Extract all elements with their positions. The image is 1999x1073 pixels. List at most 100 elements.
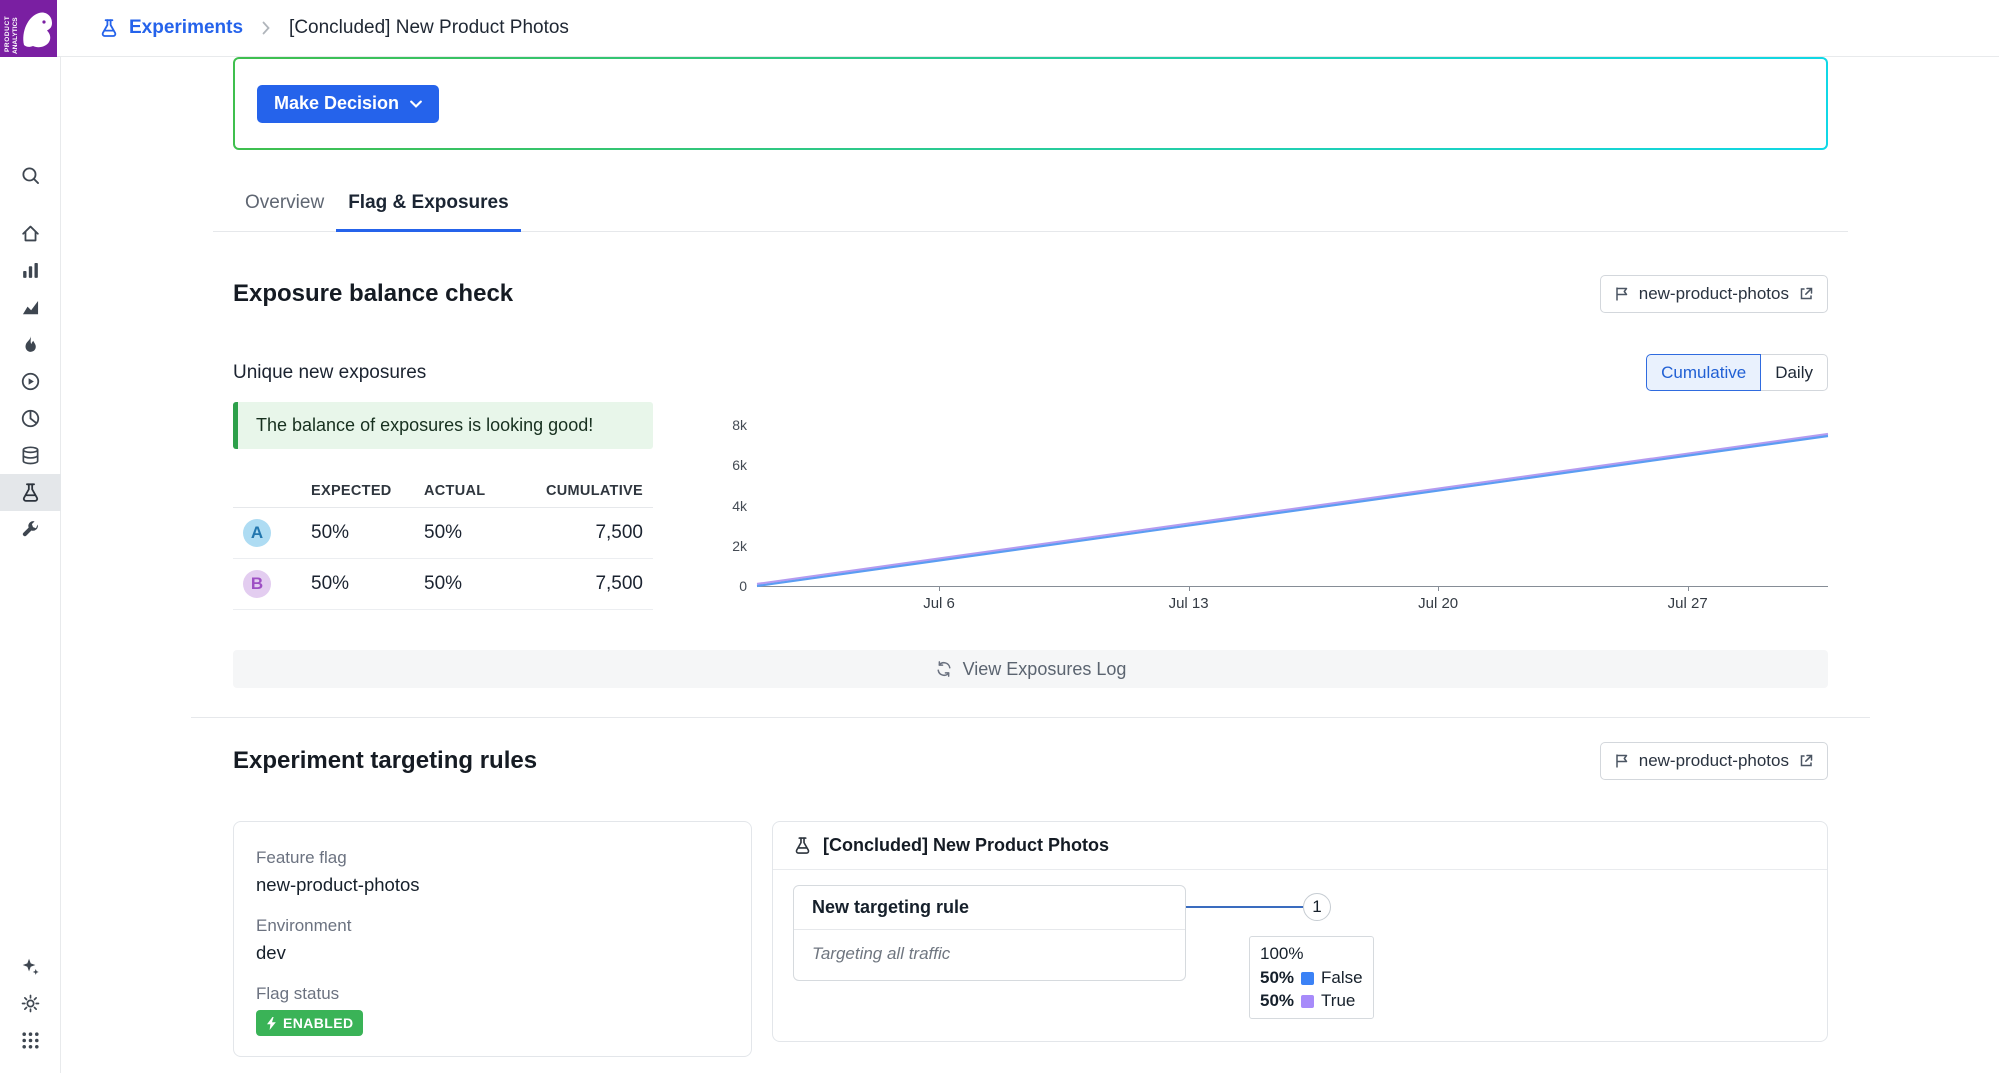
rollout-variant-true: 50% True bbox=[1260, 991, 1363, 1011]
feature-flag-label: Feature flag bbox=[256, 848, 347, 867]
variant-a-actual: 50% bbox=[424, 522, 463, 543]
y-axis-tick-label: 0 bbox=[739, 578, 747, 594]
variant-true-pct: 50% bbox=[1260, 991, 1295, 1010]
rollout-total: 100% bbox=[1260, 944, 1304, 963]
sidebar-item-toolbar[interactable] bbox=[0, 511, 61, 548]
exposure-chart: 8k 6k 4k 2k 0 Jul 6 Jul 13 Jul 20 Jul 27 bbox=[721, 402, 1828, 612]
rollout-box: 100% 50% False 50% True bbox=[1249, 936, 1374, 1019]
view-exposures-log-button[interactable]: View Exposures Log bbox=[233, 650, 1828, 688]
database-icon bbox=[22, 446, 39, 465]
x-axis-tick-label: Jul 13 bbox=[1168, 595, 1209, 612]
x-axis-tick-label: Jul 20 bbox=[1418, 595, 1459, 612]
main-content: Make Decision Overview Flag & Exposures … bbox=[61, 57, 1999, 1073]
variant-a-expected: 50% bbox=[311, 522, 350, 543]
targeting-cards: Feature flag new-product-photos Environm… bbox=[233, 821, 1828, 1057]
targeting-section-title: Experiment targeting rules bbox=[233, 747, 538, 774]
sidebar-item-trends[interactable] bbox=[0, 289, 61, 326]
sidebar-item-experiments[interactable] bbox=[0, 474, 61, 511]
logo-text-line2: ANALYTICS bbox=[12, 16, 19, 53]
sidebar-item-ai-assistant[interactable] bbox=[0, 948, 61, 985]
x-axis-tick bbox=[1188, 586, 1190, 591]
x-axis-tick bbox=[939, 586, 941, 591]
exposure-chart-plot: Jul 6 Jul 13 Jul 20 Jul 27 bbox=[757, 426, 1828, 612]
flag-card-body: New targeting rule Targeting all traffic… bbox=[773, 870, 1827, 1040]
y-axis-tick-label: 2k bbox=[732, 537, 747, 554]
exposures-subtitle: Unique new exposures bbox=[233, 361, 427, 383]
donut-chart-icon bbox=[21, 409, 40, 428]
bar-chart-icon bbox=[23, 262, 38, 278]
breadcrumb-page-title: [Concluded] New Product Photos bbox=[289, 17, 569, 38]
header-actual: ACTUAL bbox=[424, 482, 486, 499]
chevron-down-icon bbox=[410, 100, 422, 108]
play-circle-icon bbox=[21, 372, 40, 391]
toggle-cumulative[interactable]: Cumulative bbox=[1646, 354, 1762, 391]
feature-flag-link-label-2: new-product-photos bbox=[1638, 751, 1789, 770]
top-bar: PRODUCT ANALYTICS Experiments [Concluded… bbox=[0, 0, 1999, 57]
gear-icon bbox=[21, 994, 40, 1013]
variant-true-label: True bbox=[1321, 991, 1356, 1010]
flag-icon bbox=[1615, 287, 1627, 301]
exposure-body: The balance of exposures is looking good… bbox=[233, 402, 1828, 612]
make-decision-label: Make Decision bbox=[274, 93, 400, 113]
sidebar-item-data-warehouse[interactable] bbox=[0, 437, 61, 474]
exposure-chart-ylabels: 8k 6k 4k 2k 0 bbox=[721, 417, 757, 594]
sidebar-item-apps[interactable] bbox=[0, 1022, 61, 1059]
make-decision-button[interactable]: Make Decision bbox=[257, 84, 440, 123]
grid-icon bbox=[22, 1032, 39, 1049]
exposure-chart-svg bbox=[757, 426, 1828, 586]
flag-status-value: ENABLED bbox=[283, 1015, 354, 1031]
feature-flag-link-button-2[interactable]: new-product-photos bbox=[1599, 742, 1828, 780]
x-axis-tick bbox=[1687, 586, 1689, 591]
app-logo[interactable]: PRODUCT ANALYTICS bbox=[0, 0, 57, 57]
table-row-variant-b: B 50% 50% 7,500 bbox=[233, 559, 653, 610]
y-axis-tick-label: 4k bbox=[732, 497, 747, 514]
sidebar-item-session-replay[interactable] bbox=[0, 363, 61, 400]
tab-flag-exposures[interactable]: Flag & Exposures bbox=[336, 178, 521, 232]
exposure-summary-column: The balance of exposures is looking good… bbox=[233, 402, 653, 610]
flask-icon bbox=[22, 483, 39, 502]
exposures-subheader: Unique new exposures Cumulative Daily bbox=[233, 354, 1828, 391]
flag-card-header: [Concluded] New Product Photos bbox=[773, 822, 1827, 870]
breadcrumb: Experiments [Concluded] New Product Phot… bbox=[99, 17, 569, 39]
feature-flag-link-label: new-product-photos bbox=[1638, 284, 1789, 303]
home-icon bbox=[22, 225, 39, 242]
variant-false-swatch bbox=[1301, 971, 1315, 985]
balance-status-banner: The balance of exposures is looking good… bbox=[233, 402, 653, 449]
flame-icon bbox=[25, 336, 36, 352]
breadcrumb-experiments-link[interactable]: Experiments bbox=[129, 17, 243, 39]
breadcrumb-separator-icon bbox=[253, 21, 279, 35]
sidebar-item-home[interactable] bbox=[0, 215, 61, 252]
experiments-flask-icon bbox=[99, 18, 119, 38]
variant-b-expected: 50% bbox=[311, 573, 350, 594]
section-divider bbox=[191, 717, 1870, 718]
area-chart-icon bbox=[22, 300, 39, 315]
rule-title: New targeting rule bbox=[794, 886, 1185, 930]
hedgehog-logo-icon: PRODUCT ANALYTICS bbox=[0, 0, 57, 57]
view-exposures-log-label: View Exposures Log bbox=[962, 658, 1127, 679]
sidebar-item-activity[interactable] bbox=[0, 326, 61, 363]
lightning-icon bbox=[267, 1016, 276, 1030]
feature-flag-link-button[interactable]: new-product-photos bbox=[1599, 275, 1828, 313]
flag-status-label: Flag status bbox=[256, 984, 340, 1003]
sparkle-icon bbox=[22, 958, 39, 975]
variant-a-avatar: A bbox=[243, 519, 271, 547]
sidebar-item-search[interactable] bbox=[0, 157, 61, 194]
decision-banner: Make Decision bbox=[233, 57, 1828, 150]
feature-flag-value: new-product-photos bbox=[256, 874, 420, 895]
sidebar-item-dashboards[interactable] bbox=[0, 252, 61, 289]
toggle-daily[interactable]: Daily bbox=[1761, 354, 1828, 391]
variant-false-pct: 50% bbox=[1260, 968, 1295, 987]
external-link-icon bbox=[1800, 287, 1813, 300]
sidebar-item-insights[interactable] bbox=[0, 400, 61, 437]
variant-b-avatar: B bbox=[243, 570, 271, 598]
targeting-section-header: Experiment targeting rules new-product-p… bbox=[233, 742, 1828, 780]
sidebar-item-settings[interactable] bbox=[0, 985, 61, 1022]
rule-number-node: 1 bbox=[1303, 893, 1331, 921]
app-root: PRODUCT ANALYTICS Experiments [Concluded… bbox=[0, 0, 1999, 1073]
exposure-section-header: Exposure balance check new-product-photo… bbox=[233, 275, 1828, 313]
targeting-rule-card: New targeting rule Targeting all traffic bbox=[793, 885, 1186, 981]
exposure-table-header: EXPECTED ACTUAL CUMULATIVE bbox=[233, 474, 653, 508]
search-icon bbox=[22, 167, 39, 184]
tab-overview[interactable]: Overview bbox=[233, 178, 336, 231]
